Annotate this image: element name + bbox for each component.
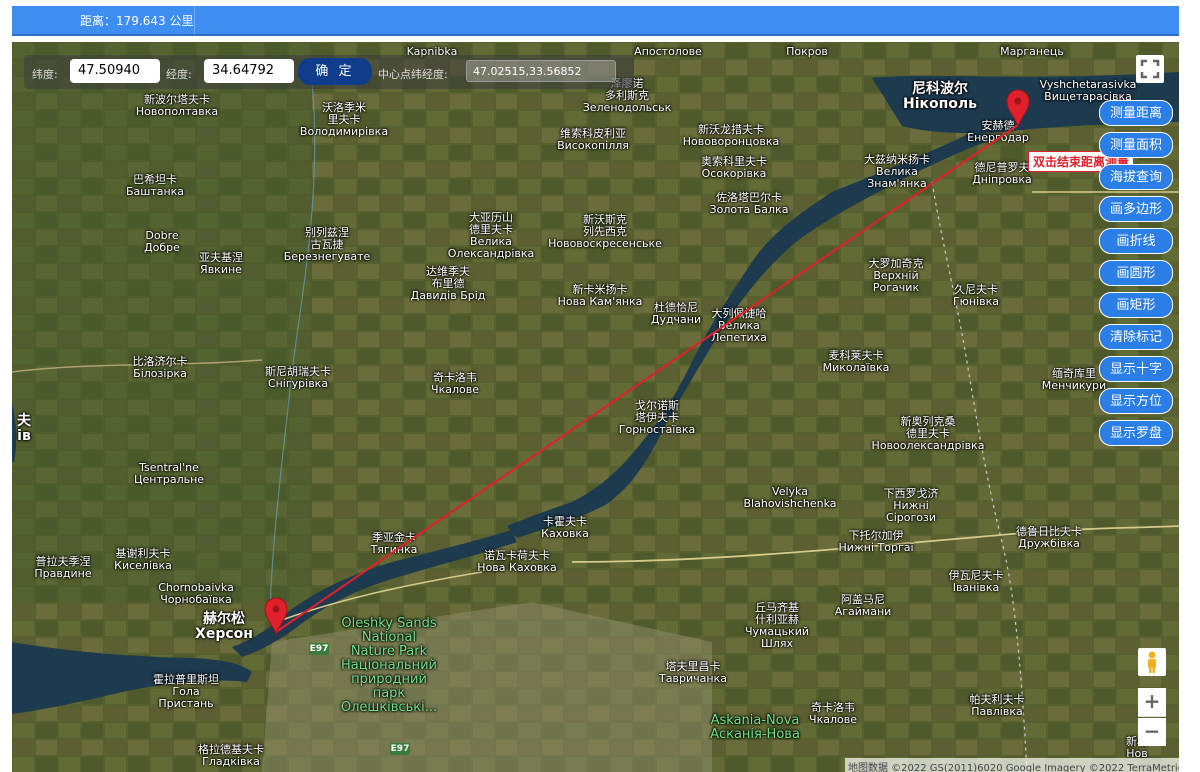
- place-label: 安赫德 Енергодар: [967, 119, 1029, 144]
- place-label: Dobre Добре: [144, 229, 180, 254]
- clear-markers-button[interactable]: 清除标记: [1099, 324, 1173, 350]
- place-label: 新波尔塔夫卡 Новополтавка: [135, 93, 219, 118]
- measure-area-button[interactable]: 测量面积: [1099, 132, 1173, 158]
- place-label: 亚夫基涅 Явкине: [199, 251, 243, 276]
- distance-readout: 距离：179.643 公里: [80, 14, 194, 28]
- center-coord-field[interactable]: 47.02515,33.56852: [466, 60, 616, 82]
- place-label: 沃洛季米 里夫卡 Володимирівка: [299, 101, 389, 138]
- place-label: 大兹纳米扬卡 Велика Знам'янка: [864, 153, 930, 190]
- place-label: Апостолове: [634, 45, 702, 58]
- place-label: Askania-Nova Асканія-Нова: [710, 713, 800, 742]
- place-label: 大列佩捷哈 Велика Лепетиха: [711, 307, 767, 344]
- place-label: 奇卡洛韦 Чкалове: [809, 701, 857, 726]
- place-label: 佐洛塔巴尔卡 Золота Балка: [709, 191, 789, 216]
- place-label: 大亚历山 德里夫卡 Велика Олександрівка: [447, 211, 535, 260]
- place-label: Tsentral'ne Центральне: [133, 461, 205, 486]
- place-label: 德尼普罗夫 Дніпровка: [972, 161, 1032, 186]
- place-label: 霍拉普里斯坦 Гола Пристань: [153, 673, 219, 710]
- place-label: 杜德恰尼 Дудчани: [650, 301, 702, 326]
- latitude-label: 纬度:: [32, 68, 58, 81]
- place-label: 久尼夫卡 Гюнівка: [952, 283, 1000, 308]
- latitude-input[interactable]: 47.50940: [70, 59, 160, 83]
- draw-circle-button[interactable]: 画圆形: [1099, 260, 1173, 286]
- place-label: 德鲁日比夫卡 Дружбівка: [1016, 525, 1082, 550]
- place-label: Марганець: [1000, 45, 1064, 58]
- pegman-icon: [1148, 651, 1156, 673]
- coordinate-bar: 纬度: 47.50940 经度: 34.64792 确 定 中心点纬经度: 47…: [24, 55, 634, 89]
- place-label: Oleshky Sands National Nature Park Націо…: [340, 616, 438, 715]
- place-label: 格拉德基夫卡 Гладківка: [198, 743, 264, 768]
- show-compass-button[interactable]: 显示罗盘: [1099, 420, 1173, 446]
- place-label: 下托尔加伊 Нижні Торгаї: [838, 529, 914, 554]
- place-label: Velyka Blahovishchenka: [743, 485, 837, 510]
- fullscreen-icon: [1140, 59, 1160, 79]
- place-label: 麦科莱夫卡 Миколаївка: [822, 349, 890, 374]
- place-label: 阿盖马尼 Агаймани: [834, 593, 892, 618]
- place-label: 伊瓦尼夫卡 Іванівка: [948, 569, 1004, 594]
- longitude-label: 经度:: [166, 68, 192, 81]
- draw-rectangle-button[interactable]: 画矩形: [1099, 292, 1173, 318]
- place-label: 斯尼胡瑞夫卡 Снігурівка: [265, 365, 331, 390]
- place-label: 巴希坦卡 Баштанка: [125, 173, 185, 198]
- zoom-in-button[interactable]: +: [1138, 688, 1166, 717]
- place-label: 卡霍夫卡 Каховка: [541, 515, 589, 540]
- place-label: Chornobaivka Чорнобаївка: [158, 581, 234, 606]
- measure-distance-button[interactable]: 测量距离: [1099, 100, 1173, 126]
- road-shield: E97: [309, 643, 329, 655]
- draw-polygon-button[interactable]: 画多边形: [1099, 196, 1173, 222]
- place-label: 丘马齐基 什利亚赫 Чумацький Шлях: [744, 601, 810, 650]
- road-shield: E97: [390, 743, 410, 755]
- place-label: 达维季夫 布里德 Давидів Брід: [410, 265, 486, 302]
- place-label: 季亚金卡 Тягинка: [370, 531, 418, 556]
- place-label: 戈尔诺斯 塔伊夫卡 Горностаївка: [618, 399, 696, 436]
- place-label: 新沃龙措夫卡 Нововоронцовка: [682, 123, 780, 148]
- show-bearing-button[interactable]: 显示方位: [1099, 388, 1173, 414]
- place-label: 奇卡洛韦 Чкалове: [431, 371, 479, 396]
- header-bar: 距离：179.643 公里: [12, 6, 1179, 36]
- place-label: 新沃斯克 列先西克 Нововоскресенське: [548, 213, 662, 250]
- elevation-query-button[interactable]: 海拔查询: [1099, 164, 1173, 190]
- place-label: 维索科皮利亚 Високопілля: [557, 127, 629, 152]
- confirm-button[interactable]: 确 定: [298, 58, 372, 85]
- place-label: 塔夫里昌卡 Тавричанка: [659, 660, 727, 685]
- place-label: 别列兹涅 古瓦捷 Березнегувате: [283, 226, 371, 263]
- center-coord-label: 中心点纬经度:: [378, 68, 448, 81]
- place-label: 尼科波尔 Нікополь: [902, 81, 978, 112]
- place-label: 诺瓦卡荷夫卡 Нова Каховка: [477, 549, 557, 574]
- place-label: 下西罗戈济 Нижні Сірогози: [883, 487, 939, 524]
- place-label: 帕夫利夫卡 Павлівка: [969, 693, 1025, 718]
- place-label: 比洛济尔卡 Білозірка: [132, 355, 188, 380]
- zoom-out-button[interactable]: −: [1138, 718, 1166, 746]
- place-label: 缅奇库里 Менчикури: [1041, 367, 1107, 392]
- map-attribution: 地图数据 ©2022 GS(2011)6020 Google Imagery ©…: [845, 758, 1179, 772]
- place-label: 赫尔松 Херсон: [195, 611, 253, 642]
- show-crosshair-button[interactable]: 显示十字: [1099, 356, 1173, 382]
- place-label: 普拉夫季涅 Правдине: [34, 555, 92, 580]
- place-label: 基谢利夫卡 Киселівка: [114, 547, 172, 572]
- longitude-input[interactable]: 34.64792: [204, 59, 294, 83]
- street-view-button[interactable]: [1138, 648, 1166, 676]
- draw-polyline-button[interactable]: 画折线: [1099, 228, 1173, 254]
- map-view[interactable]: KapnibkaАпостоловеПокровМарганець泽廖诺 多利斯…: [12, 42, 1179, 772]
- place-label: 夫 ів: [17, 413, 31, 444]
- place-label: 大罗加奇克 Верхній Рогачик: [868, 257, 924, 294]
- place-label: 奥索科里夫卡 Осокорівка: [701, 155, 767, 180]
- place-label: Покров: [786, 45, 828, 58]
- place-label: 新奥列克桑 德里夫卡 Новоолександрівка: [871, 415, 985, 452]
- fullscreen-button[interactable]: [1136, 55, 1164, 83]
- place-label: 新卡米扬卡 Нова Кам'янка: [557, 283, 643, 308]
